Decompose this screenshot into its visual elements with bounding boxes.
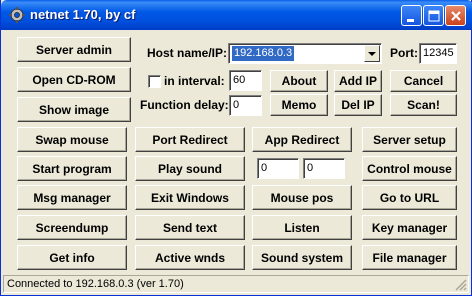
- active-wnds-button[interactable]: Active wnds: [135, 245, 245, 270]
- app-redirect-button[interactable]: App Redirect: [252, 127, 352, 152]
- dropdown-button[interactable]: [364, 45, 380, 62]
- send-text-button[interactable]: Send text: [135, 215, 245, 240]
- interval-label: in interval:: [164, 74, 225, 88]
- get-info-button[interactable]: Get info: [17, 245, 127, 270]
- interval-field[interactable]: 60: [229, 70, 262, 91]
- port-redirect-button[interactable]: Port Redirect: [135, 127, 245, 152]
- add-ip-button[interactable]: Add IP: [334, 70, 382, 92]
- cancel-button[interactable]: Cancel: [390, 70, 457, 92]
- port-field[interactable]: 12345: [419, 43, 457, 64]
- interval-checkbox[interactable]: [148, 75, 161, 88]
- resize-grip-icon[interactable]: [455, 279, 467, 291]
- status-text: Connected to 192.168.0.3 (ver 1.70): [7, 278, 184, 290]
- host-combobox[interactable]: 192.168.0.3: [228, 43, 382, 64]
- status-bar: Connected to 192.168.0.3 (ver 1.70): [3, 275, 469, 293]
- close-button[interactable]: [445, 5, 466, 26]
- key-manager-button[interactable]: Key manager: [362, 215, 457, 240]
- play-sound-button[interactable]: Play sound: [135, 156, 245, 181]
- function-delay-label: Function delay:: [140, 98, 229, 112]
- server-admin-button[interactable]: Server admin: [17, 37, 131, 62]
- port-label: Port:: [390, 46, 418, 60]
- chevron-down-icon: [368, 52, 376, 56]
- window-title: netnet 1.70, by cf: [30, 7, 136, 22]
- open-cd-rom-button[interactable]: Open CD-ROM: [17, 67, 131, 92]
- host-value: 192.168.0.3: [232, 46, 295, 61]
- show-image-button[interactable]: Show image: [17, 97, 131, 122]
- memo-button[interactable]: Memo: [270, 94, 328, 116]
- gear-icon[interactable]: [9, 7, 25, 23]
- server-setup-button[interactable]: Server setup: [362, 127, 457, 152]
- mouse-pos-button[interactable]: Mouse pos: [252, 185, 352, 210]
- control-mouse-button[interactable]: Control mouse: [362, 156, 457, 181]
- host-label: Host name/IP:: [147, 46, 228, 60]
- minimize-button[interactable]: [401, 5, 422, 26]
- maximize-icon: [428, 10, 440, 22]
- mouse-x-field[interactable]: 0: [257, 158, 299, 179]
- minimize-icon: [407, 19, 414, 22]
- file-manager-button[interactable]: File manager: [362, 245, 457, 270]
- maximize-button[interactable]: [423, 5, 444, 26]
- sound-system-button[interactable]: Sound system: [252, 245, 352, 270]
- screendump-button[interactable]: Screendump: [17, 215, 127, 240]
- start-program-button[interactable]: Start program: [17, 156, 127, 181]
- go-to-url-button[interactable]: Go to URL: [362, 185, 457, 210]
- listen-button[interactable]: Listen: [252, 215, 352, 240]
- about-button[interactable]: About: [270, 70, 328, 92]
- scan-button[interactable]: Scan!: [390, 94, 457, 116]
- msg-manager-button[interactable]: Msg manager: [17, 185, 127, 210]
- title-bar[interactable]: netnet 1.70, by cf: [1, 0, 472, 30]
- app-window: netnet 1.70, by cf Server admin Open CD-…: [0, 0, 472, 296]
- del-ip-button[interactable]: Del IP: [334, 94, 382, 116]
- mouse-y-field[interactable]: 0: [303, 158, 345, 179]
- exit-windows-button[interactable]: Exit Windows: [135, 185, 245, 210]
- swap-mouse-button[interactable]: Swap mouse: [17, 127, 127, 152]
- close-icon: [451, 11, 461, 21]
- function-delay-field[interactable]: 0: [229, 95, 262, 116]
